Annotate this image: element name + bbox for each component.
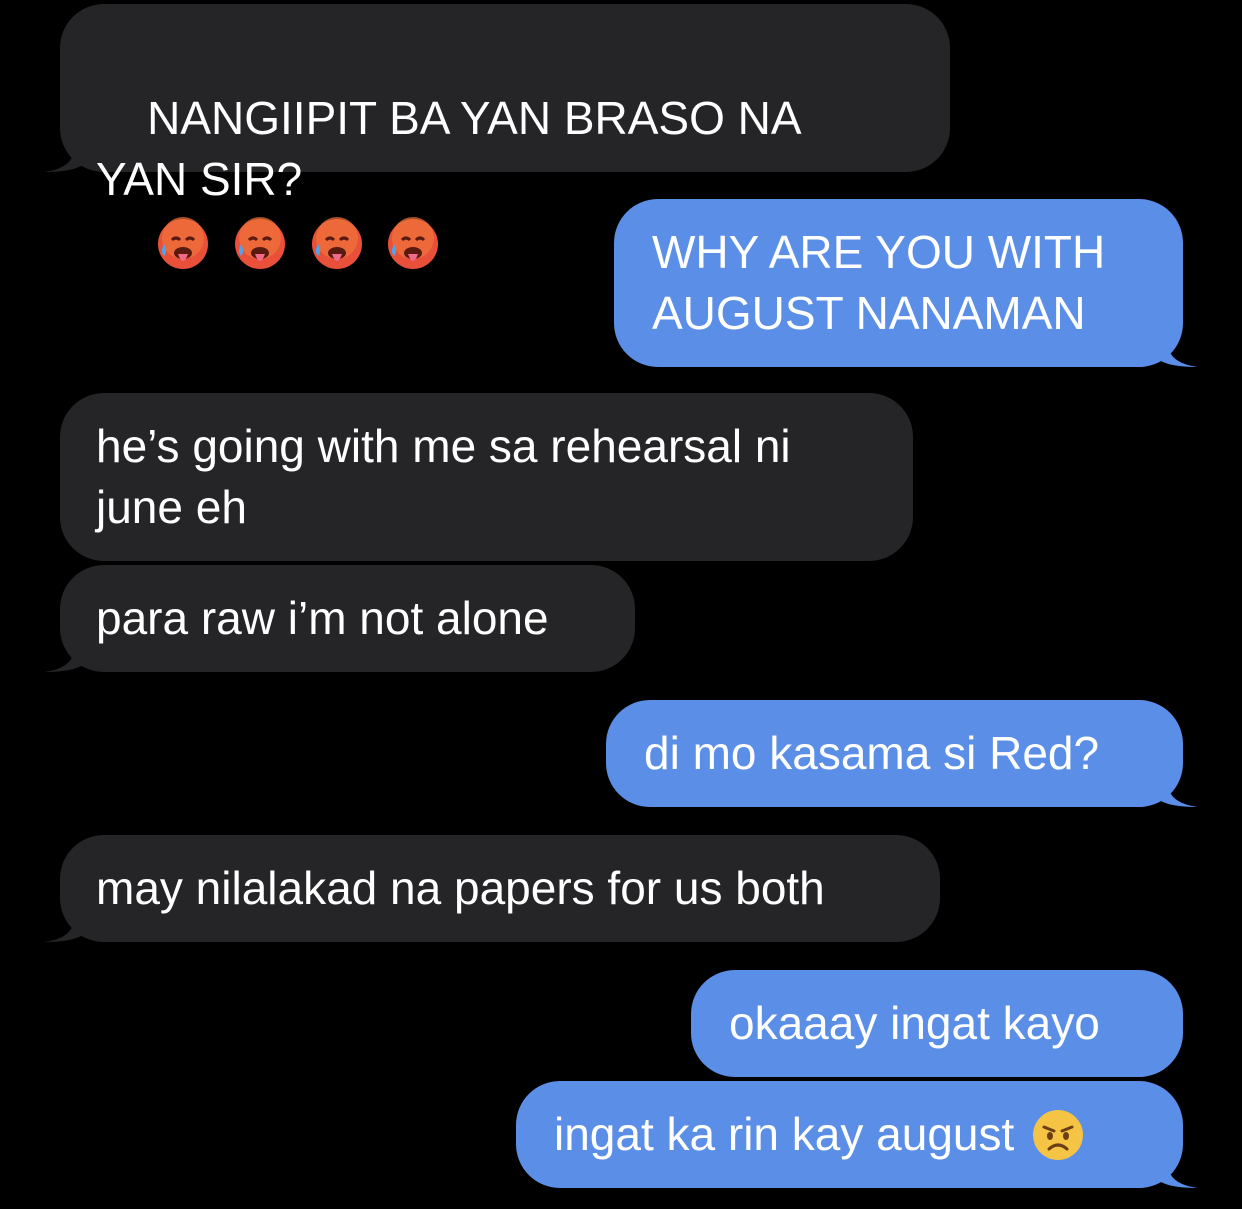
- emoji-group: [147, 214, 441, 269]
- message-bubble-received[interactable]: para raw i’m not alone: [60, 565, 635, 672]
- bubble-tail-sent: [1154, 323, 1198, 367]
- message-text: he’s going with me sa rehearsal ni june …: [96, 420, 804, 533]
- hot-face-icon: [158, 216, 209, 269]
- message-bubble-sent[interactable]: okaaay ingat kayo: [691, 970, 1183, 1077]
- bubble-tail-sent: [1154, 763, 1198, 807]
- hot-face-icon: [388, 216, 439, 269]
- angry-face-icon: [1033, 1109, 1084, 1160]
- bubble-tail-received: [44, 898, 88, 942]
- message-text: para raw i’m not alone: [96, 592, 549, 644]
- message-text: WHY ARE YOU WITH AUGUST NANAMAN: [652, 226, 1116, 339]
- message-text: di mo kasama si Red?: [644, 727, 1100, 779]
- message-text: NANGIIPIT BA YAN BRASO NA YAN SIR?: [96, 92, 811, 205]
- hot-face-icon: [311, 216, 362, 269]
- message-bubble-received[interactable]: NANGIIPIT BA YAN BRASO NA YAN SIR?: [60, 4, 950, 269]
- hot-face-icon: [234, 216, 285, 269]
- message-bubble-received[interactable]: he’s going with me sa rehearsal ni june …: [60, 393, 913, 561]
- message-bubble-sent[interactable]: di mo kasama si Red?: [606, 700, 1183, 807]
- bubble-tail-received: [44, 628, 88, 672]
- bubble-tail-sent: [1154, 1144, 1198, 1188]
- message-bubble-sent[interactable]: WHY ARE YOU WITH AUGUST NANAMAN: [614, 199, 1183, 367]
- message-text: may nilalakad na papers for us both: [96, 862, 825, 914]
- message-text: ingat ka rin kay august: [554, 1108, 1015, 1160]
- message-text: okaaay ingat kayo: [729, 997, 1100, 1049]
- message-bubble-received[interactable]: may nilalakad na papers for us both: [60, 835, 940, 942]
- message-bubble-sent[interactable]: ingat ka rin kay august: [516, 1081, 1183, 1188]
- bubble-tail-received: [44, 128, 88, 172]
